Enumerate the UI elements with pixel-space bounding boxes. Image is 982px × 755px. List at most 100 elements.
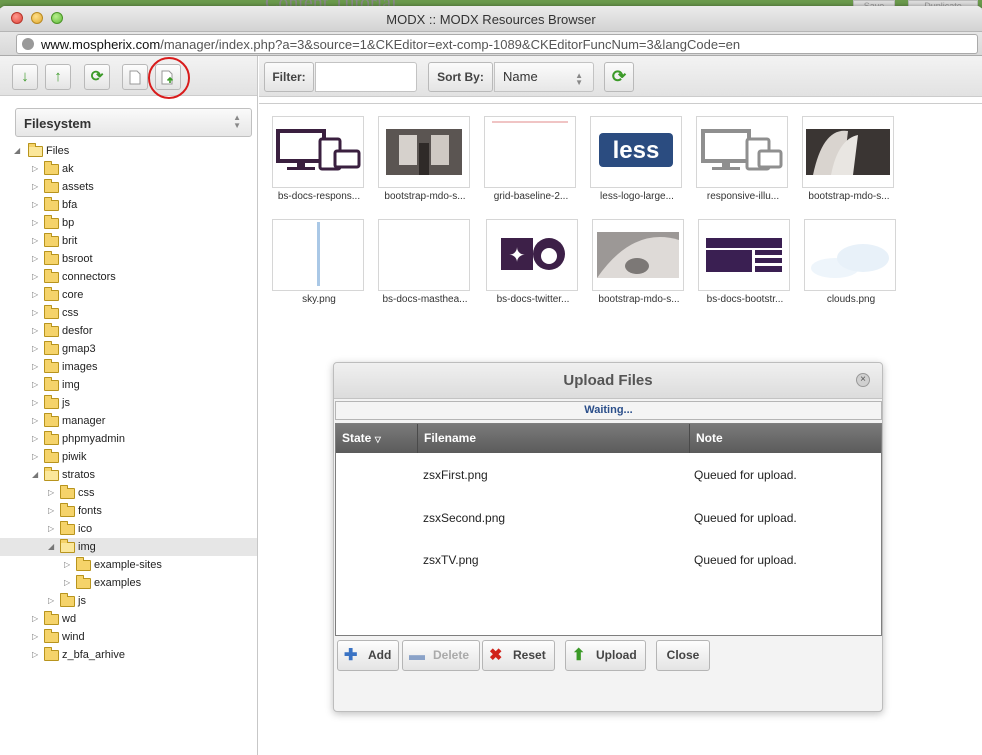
file-thumbnail[interactable]: clouds.png xyxy=(804,219,904,305)
tree-node[interactable]: ▷ core xyxy=(0,286,257,304)
tree-node[interactable]: ◢ Files xyxy=(0,142,257,160)
tree-node[interactable]: ◢ stratos xyxy=(0,466,257,484)
tree-node-label: bfa xyxy=(62,199,78,211)
tree-node[interactable]: ▷ bsroot xyxy=(0,250,257,268)
expand-arrow-icon[interactable]: ▷ xyxy=(32,394,38,412)
thumbnail-caption: bootstrap-mdo-s... xyxy=(598,294,680,305)
tree-node[interactable]: ▷ wd xyxy=(0,610,257,628)
expand-all-button[interactable]: ↓ xyxy=(12,64,38,90)
tree-node[interactable]: ▷ fonts xyxy=(0,502,257,520)
expand-arrow-icon[interactable]: ▷ xyxy=(48,502,54,520)
expand-arrow-icon[interactable]: ▷ xyxy=(48,520,54,538)
expand-arrow-icon[interactable]: ▷ xyxy=(32,250,38,268)
expand-arrow-icon[interactable]: ▷ xyxy=(32,340,38,358)
tree-node[interactable]: ◢ img xyxy=(0,538,257,556)
expand-arrow-icon[interactable]: ▷ xyxy=(32,610,38,628)
expand-arrow-icon[interactable]: ▷ xyxy=(48,592,54,610)
upload-file-row[interactable]: zsxSecond.png Queued for upload. xyxy=(336,511,881,531)
file-thumbnail[interactable]: less less-logo-large... xyxy=(590,116,690,202)
url-field[interactable]: www.mospherix.com/manager/index.php?a=3&… xyxy=(16,34,978,54)
tree-node[interactable]: ▷ example-sites xyxy=(0,556,257,574)
column-header-filename[interactable]: Filename xyxy=(418,424,690,453)
tree-node[interactable]: ▷ z_bfa_arhive xyxy=(0,646,257,664)
collapse-all-button[interactable]: ↑ xyxy=(45,64,71,90)
expand-arrow-icon[interactable]: ▷ xyxy=(32,628,38,646)
file-name: zsxSecond.png xyxy=(423,511,506,525)
expand-arrow-icon[interactable]: ▷ xyxy=(32,196,38,214)
file-thumbnail[interactable]: bs-docs-bootstr... xyxy=(698,219,798,305)
close-icon[interactable]: × xyxy=(856,373,870,387)
sort-by-select[interactable]: Name ▲ ▼ xyxy=(494,62,594,92)
folder-icon xyxy=(60,503,75,517)
file-thumbnail[interactable]: responsive-illu... xyxy=(696,116,796,202)
tree-node[interactable]: ▷ assets xyxy=(0,178,257,196)
expand-arrow-icon[interactable]: ▷ xyxy=(32,322,38,340)
expand-arrow-icon[interactable]: ▷ xyxy=(32,646,38,664)
file-thumbnail[interactable]: grid-baseline-2... xyxy=(484,116,584,202)
expand-arrow-icon[interactable]: ▷ xyxy=(32,358,38,376)
new-file-button[interactable] xyxy=(122,64,148,90)
tree-node[interactable]: ▷ js xyxy=(0,394,257,412)
upload-file-row[interactable]: zsxTV.png Queued for upload. xyxy=(336,553,881,573)
media-source-select[interactable]: Filesystem ▲ ▼ xyxy=(15,108,252,137)
tree-node[interactable]: ▷ ico xyxy=(0,520,257,538)
tree-node-label: example-sites xyxy=(94,559,162,571)
expand-arrow-icon[interactable]: ▷ xyxy=(32,412,38,430)
expand-arrow-icon[interactable]: ▷ xyxy=(32,430,38,448)
tree-node[interactable]: ▷ wind xyxy=(0,628,257,646)
close-button[interactable]: Close xyxy=(656,640,710,671)
tree-node[interactable]: ▷ js xyxy=(0,592,257,610)
filter-input[interactable] xyxy=(315,62,417,92)
expand-arrow-icon[interactable]: ▷ xyxy=(32,268,38,286)
expand-arrow-icon[interactable]: ▷ xyxy=(32,376,38,394)
tree-node[interactable]: ▷ images xyxy=(0,358,257,376)
tree-node[interactable]: ▷ phpmyadmin xyxy=(0,430,257,448)
expand-arrow-icon[interactable]: ▷ xyxy=(32,304,38,322)
tree-node[interactable]: ▷ bp xyxy=(0,214,257,232)
expand-arrow-icon[interactable]: ▷ xyxy=(32,448,38,466)
tree-node-label: img xyxy=(78,541,96,553)
refresh-files-button[interactable]: ⟳ xyxy=(604,62,634,92)
tree-node[interactable]: ▷ img xyxy=(0,376,257,394)
expand-arrow-icon[interactable]: ▷ xyxy=(32,178,38,196)
expand-arrow-icon[interactable]: ▷ xyxy=(64,556,70,574)
tree-node[interactable]: ▷ manager xyxy=(0,412,257,430)
tree-node[interactable]: ▷ piwik xyxy=(0,448,257,466)
tree-node[interactable]: ▷ connectors xyxy=(0,268,257,286)
column-header-state[interactable]: State ▽ xyxy=(336,424,418,453)
delete-button[interactable]: ▬ Delete xyxy=(402,640,480,671)
collapse-arrow-icon[interactable]: ◢ xyxy=(32,466,38,484)
tree-node[interactable]: ▷ examples xyxy=(0,574,257,592)
expand-arrow-icon[interactable]: ▷ xyxy=(32,214,38,232)
tree-node[interactable]: ▷ ak xyxy=(0,160,257,178)
expand-arrow-icon[interactable]: ▷ xyxy=(32,160,38,178)
expand-arrow-icon[interactable]: ▷ xyxy=(32,286,38,304)
file-thumbnail[interactable]: sky.png xyxy=(272,219,372,305)
file-thumbnail[interactable]: bootstrap-mdo-s... xyxy=(802,116,902,202)
file-thumbnail[interactable]: ✦ bs-docs-twitter... xyxy=(486,219,586,305)
thumbnail-caption: grid-baseline-2... xyxy=(493,191,569,202)
tree-node[interactable]: ▷ css xyxy=(0,304,257,322)
expand-arrow-icon[interactable]: ▷ xyxy=(64,574,70,592)
tree-node[interactable]: ▷ brit xyxy=(0,232,257,250)
collapse-arrow-icon[interactable]: ◢ xyxy=(14,142,20,160)
file-thumbnail[interactable]: bs-docs-masthea... xyxy=(378,219,478,305)
file-thumbnail[interactable]: bs-docs-respons... xyxy=(272,116,372,202)
refresh-tree-button[interactable]: ⟳ xyxy=(84,64,110,90)
tree-node[interactable]: ▷ gmap3 xyxy=(0,340,257,358)
upload-file-row[interactable]: zsxFirst.png Queued for upload. xyxy=(336,468,881,488)
reset-button[interactable]: ✖ Reset xyxy=(482,640,555,671)
tree-node[interactable]: ▷ desfor xyxy=(0,322,257,340)
add-button[interactable]: ✚ Add xyxy=(337,640,399,671)
file-thumbnail[interactable]: bootstrap-mdo-s... xyxy=(592,219,692,305)
folder-icon xyxy=(44,323,59,337)
collapse-arrow-icon[interactable]: ◢ xyxy=(48,538,54,556)
folder-icon xyxy=(28,143,43,157)
expand-arrow-icon[interactable]: ▷ xyxy=(48,484,54,502)
upload-button[interactable]: ⬆ Upload xyxy=(565,640,646,671)
column-header-note[interactable]: Note xyxy=(690,424,881,453)
expand-arrow-icon[interactable]: ▷ xyxy=(32,232,38,250)
tree-node[interactable]: ▷ bfa xyxy=(0,196,257,214)
tree-node[interactable]: ▷ css xyxy=(0,484,257,502)
file-thumbnail[interactable]: bootstrap-mdo-s... xyxy=(378,116,478,202)
